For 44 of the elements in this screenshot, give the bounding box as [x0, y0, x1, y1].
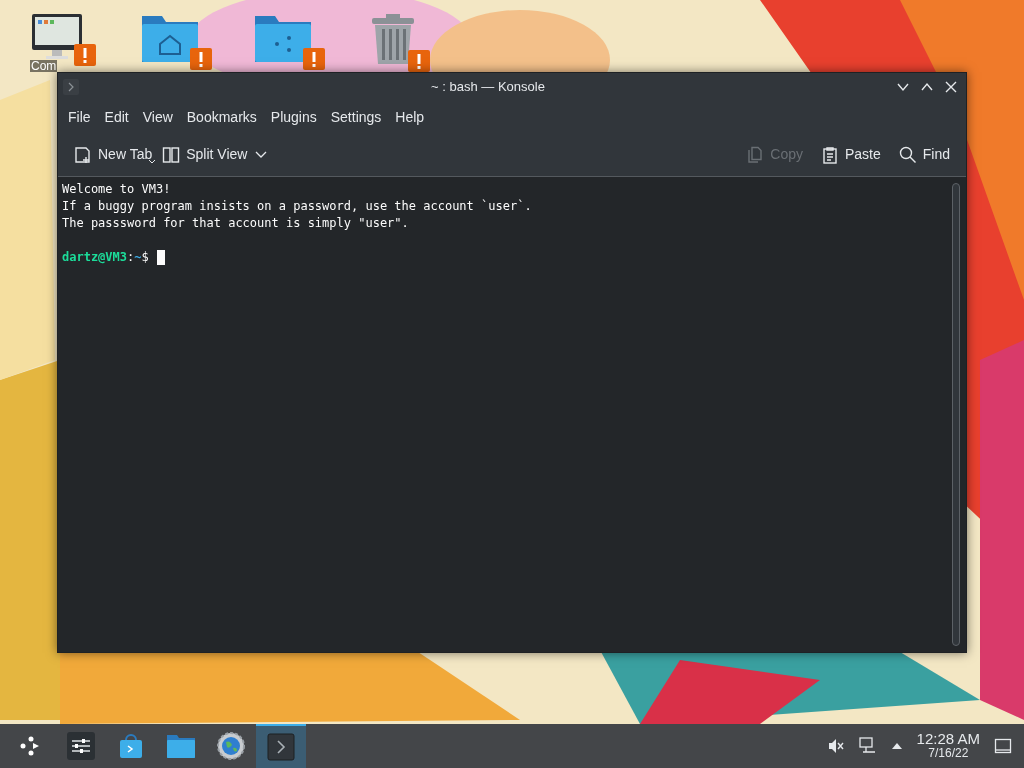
- menu-item[interactable]: Edit: [98, 106, 135, 128]
- window-title: ~ : bash — Konsole: [430, 78, 546, 97]
- prompt-separator: :: [127, 249, 135, 266]
- network-icon[interactable]: [858, 737, 877, 755]
- show-desktop-icon[interactable]: [994, 737, 1012, 755]
- close-icon[interactable]: [944, 80, 958, 94]
- terminal-line: Welcome to VM3!: [62, 181, 171, 198]
- terminal-icon: [267, 733, 295, 761]
- terminal-line: If a buggy program insists on a password, use the account `user`.: [62, 198, 532, 215]
- clipboard-icon: [820, 145, 839, 164]
- new-tab-button[interactable]: New Tab: [68, 139, 159, 170]
- clock-date[interactable]: 7/16/22: [928, 746, 969, 761]
- menu-item[interactable]: Help: [389, 106, 431, 128]
- menu-item[interactable]: Settings: [324, 106, 388, 128]
- shopping-bag-icon: [117, 732, 145, 760]
- monitor-icon: [30, 12, 84, 60]
- prompt-path: ~: [134, 249, 142, 266]
- menu-item[interactable]: Plugins: [264, 106, 323, 128]
- sliders-icon: [67, 732, 95, 760]
- search-icon: [898, 145, 917, 164]
- caret-icon[interactable]: [148, 158, 157, 165]
- expand-arrow-icon[interactable]: [890, 742, 903, 750]
- new-tab-icon: [74, 145, 92, 164]
- text-cursor: [156, 250, 165, 265]
- icon-label[interactable]: Com: [30, 60, 58, 72]
- clock-time[interactable]: 12:28 AM: [916, 731, 980, 746]
- globe-gear-icon: [217, 732, 245, 760]
- menu-item[interactable]: File: [62, 106, 97, 128]
- terminal-icon: [62, 78, 80, 96]
- folder-icon: [166, 732, 196, 760]
- paste-button[interactable]: Paste: [814, 139, 887, 170]
- copy-icon: [746, 145, 765, 164]
- scrollbar[interactable]: [952, 183, 960, 646]
- prompt-user-host: dartz@VM3: [62, 249, 128, 266]
- taskbar-app[interactable]: [256, 724, 306, 768]
- split-view-icon: [162, 145, 181, 164]
- menu-item[interactable]: View: [136, 106, 179, 128]
- prompt-symbol: $: [141, 249, 149, 266]
- menu-item[interactable]: Bookmarks: [180, 106, 263, 128]
- speaker-muted-icon[interactable]: [826, 737, 845, 755]
- caret-icon[interactable]: [255, 150, 268, 159]
- split-view-button[interactable]: Split View: [156, 139, 254, 170]
- terminal-line: The passsword for that account is simply "user".: [62, 215, 409, 232]
- find-button[interactable]: Find: [892, 139, 956, 170]
